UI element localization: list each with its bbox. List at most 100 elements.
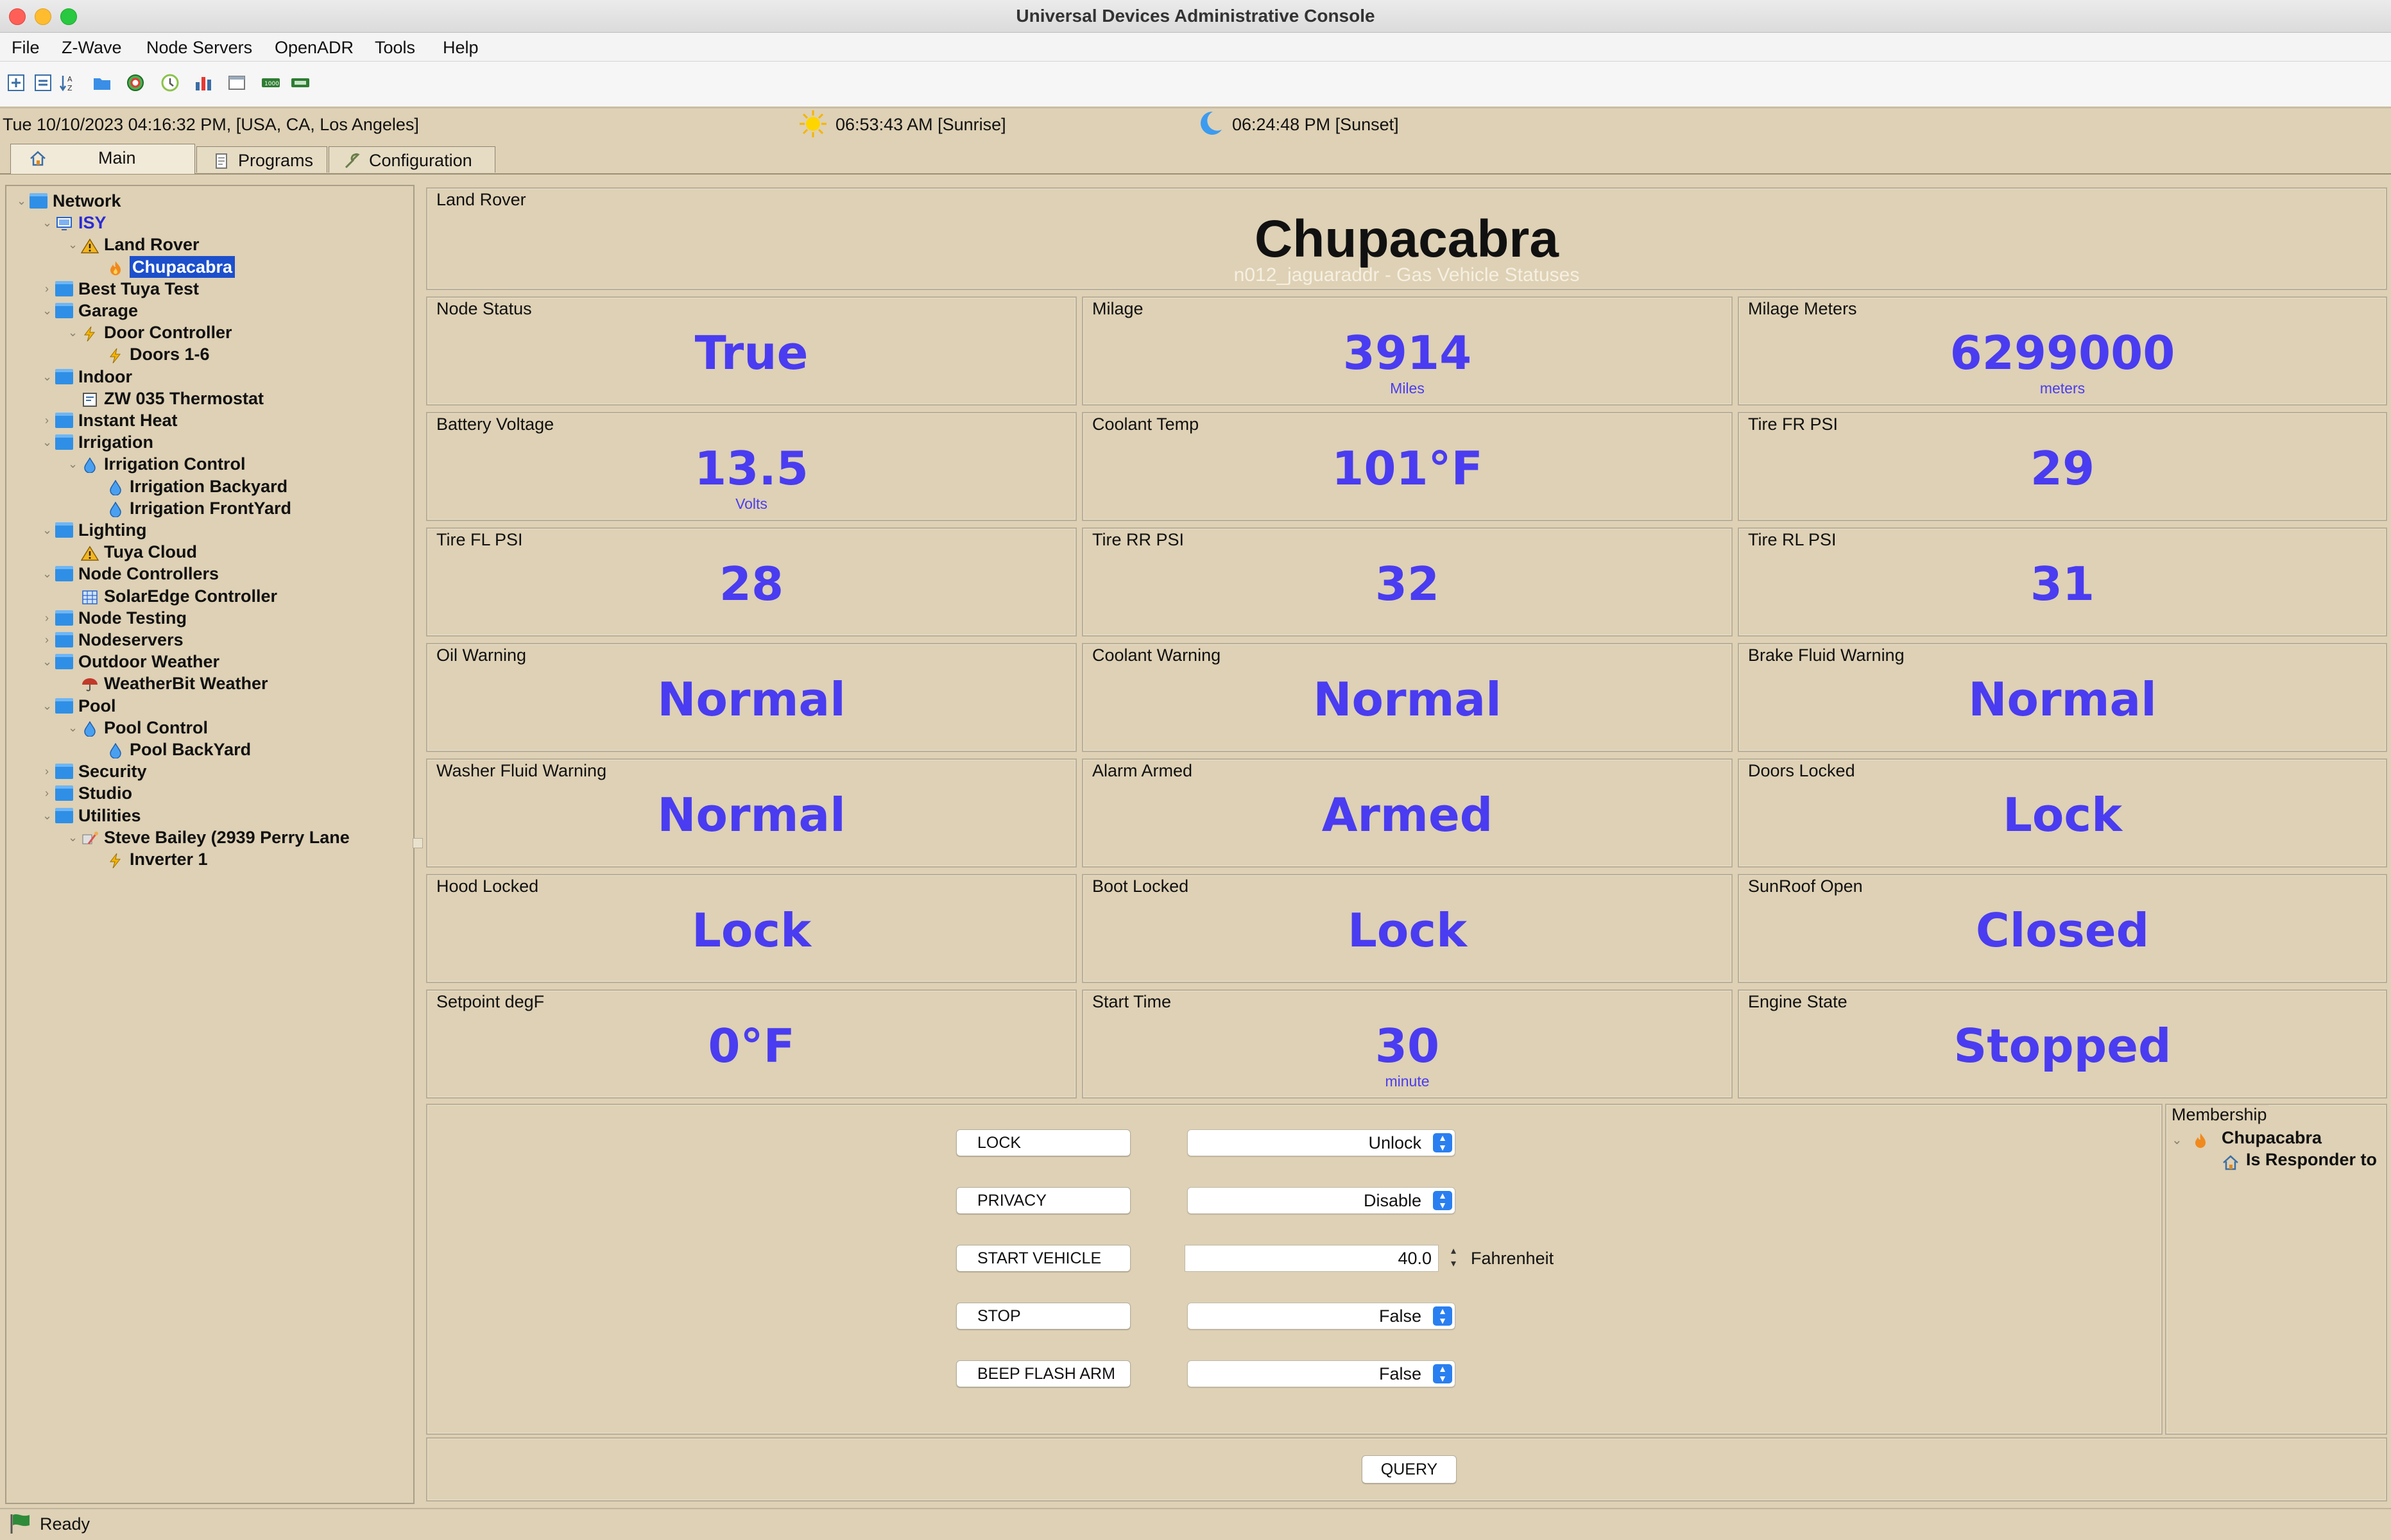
tree-item[interactable]: WeatherBit Weather [69,672,404,694]
expand-toggle-icon[interactable]: ⌄ [68,717,82,739]
battery-icon[interactable]: 1000 [261,73,282,92]
lock-select[interactable]: Unlock ▲ ▼ [1187,1129,1455,1156]
tree-item[interactable]: ⌄ Network [17,190,404,212]
expand-toggle-icon[interactable]: ⌄ [42,519,56,541]
tree-item[interactable]: ⌄ Node Controllers [42,563,404,585]
tree-item-label: Best Tuya Test [78,278,200,298]
water-drop-icon [107,742,124,759]
tree-item[interactable]: Pool BackYard [95,739,404,760]
membership-relation[interactable]: Is Responder to [2246,1150,2377,1170]
status-label: Oil Warning [435,646,528,665]
splitter-handle[interactable] [413,838,423,848]
tree-item-label: Doors 1-6 [130,345,210,364]
expand-toggle-icon[interactable]: ⌄ [42,651,56,672]
window-icon[interactable] [227,73,246,92]
membership-node[interactable]: Chupacabra [2222,1128,2322,1148]
collapse-all-icon[interactable] [33,73,53,92]
tree-item[interactable]: › Best Tuya Test [44,278,404,300]
folder-icon [55,697,73,714]
tree-item[interactable]: Doors 1-6 [95,343,404,365]
bar-chart-icon[interactable] [194,73,213,92]
start-vehicle-button[interactable]: START VEHICLE [956,1245,1131,1272]
clock-icon[interactable] [160,73,180,92]
menu-node-servers[interactable]: Node Servers [146,33,252,61]
status-text: Ready [40,1514,90,1534]
sunrise-time: 06:53:43 AM [Sunrise] [836,115,1006,134]
flame-icon [107,259,124,275]
tree-item[interactable]: ⌄ Door Controller [68,321,404,343]
tree-item[interactable]: ⌄ Lighting [42,519,404,541]
toolbar: AZ 1000 [0,62,2391,108]
expand-toggle-icon[interactable]: ⌄ [42,563,56,585]
membership-expand-icon: ⌄ [2172,1133,2182,1147]
query-button[interactable]: QUERY [1362,1455,1457,1484]
expand-toggle-icon[interactable]: ⌄ [68,234,82,255]
expand-toggle-icon[interactable]: ⌄ [68,826,82,848]
expand-toggle-icon[interactable]: ⌄ [68,453,82,475]
tab-programs[interactable]: Programs [196,146,327,173]
spinner-arrows-icon[interactable]: ▴ ▾ [1445,1245,1462,1272]
tree-item[interactable]: › Instant Heat [44,409,404,431]
expand-toggle-icon[interactable]: ⌄ [17,190,31,212]
stop-select[interactable]: False ▲ ▼ [1187,1303,1455,1330]
folder-icon[interactable] [92,73,112,92]
tree-item[interactable]: ⌄ Indoor [42,366,404,388]
tree-item[interactable]: ⌄ Irrigation [42,431,404,453]
tree-item-label: Pool [78,696,116,715]
expand-toggle-icon[interactable]: ⌄ [42,366,56,388]
node-tree[interactable]: ⌄ Network ⌄ ISY ⌄ Land Rover Chupacabra › Best T… [5,185,415,1504]
tab-configuration[interactable]: Configuration [329,146,495,173]
menu-openadr[interactable]: OpenADR [275,33,354,61]
folder-icon [55,413,73,428]
tree-item[interactable]: Chupacabra [95,255,404,278]
tree-item[interactable]: › Node Testing [44,607,404,629]
tree-item[interactable]: ⌄ Utilities [42,805,404,826]
tab-main[interactable]: Main [10,144,195,174]
beep-flash-arm-button[interactable]: BEEP FLASH ARM [956,1360,1131,1387]
tree-item-label: Irrigation [78,432,154,452]
lock-button[interactable]: LOCK [956,1129,1131,1156]
energy-meter-icon[interactable] [290,73,312,92]
tree-item-label: Chupacabra [130,255,236,278]
expand-toggle-icon[interactable]: ⌄ [68,321,82,343]
status-label: Tire FR PSI [1747,415,1840,434]
tree-item[interactable]: Inverter 1 [95,848,404,870]
tree-item[interactable]: ⌄ ISY [42,212,404,234]
tree-item[interactable]: ⌄ Garage [42,300,404,321]
start-vehicle-value-field[interactable]: 40.0 [1185,1245,1439,1272]
beep-flash-arm-select[interactable]: False ▲ ▼ [1187,1360,1455,1387]
tree-item[interactable]: › Studio [44,782,404,804]
status-setpoint-degf: Setpoint degF 0°F [426,989,1077,1099]
tree-item[interactable]: ⌄ Pool Control [68,717,404,739]
expand-toggle-icon[interactable]: ⌄ [42,695,56,717]
tree-item[interactable]: ⌄ Land Rover [68,234,404,255]
stop-button[interactable]: STOP [956,1303,1131,1330]
sort-icon[interactable]: AZ [59,73,78,92]
menu-file[interactable]: File [12,33,40,61]
privacy-select[interactable]: Disable ▲ ▼ [1187,1187,1455,1214]
tree-item[interactable]: Irrigation Backyard [95,475,404,497]
flame-icon [2195,1133,2206,1148]
tree-item[interactable]: › Security [44,760,404,782]
tree-item[interactable]: › Nodeservers [44,629,404,651]
expand-toggle-icon[interactable]: ⌄ [42,212,56,234]
privacy-button[interactable]: PRIVACY [956,1187,1131,1214]
select-value: Unlock [1368,1133,1421,1152]
status-value: Normal [1313,672,1502,726]
tree-item[interactable]: SolarEdge Controller [69,585,404,607]
expand-toggle-icon[interactable]: ⌄ [42,431,56,453]
menu-zwave[interactable]: Z-Wave [62,33,122,61]
menu-help[interactable]: Help [443,33,479,61]
tree-item[interactable]: Tuya Cloud [69,541,404,563]
tree-item[interactable]: ⌄ Steve Bailey (2939 Perry Lane [68,826,404,848]
menu-tools[interactable]: Tools [375,33,415,61]
expand-all-icon[interactable] [6,73,26,92]
tree-item[interactable]: Irrigation FrontYard [95,497,404,519]
globe-icon[interactable] [126,73,145,92]
tree-item[interactable]: ZW 035 Thermostat [69,388,404,409]
expand-toggle-icon[interactable]: ⌄ [42,300,56,321]
tree-item[interactable]: ⌄ Pool [42,695,404,717]
tree-item[interactable]: ⌄ Irrigation Control [68,453,404,475]
tree-item[interactable]: ⌄ Outdoor Weather [42,651,404,672]
expand-toggle-icon[interactable]: ⌄ [42,805,56,826]
